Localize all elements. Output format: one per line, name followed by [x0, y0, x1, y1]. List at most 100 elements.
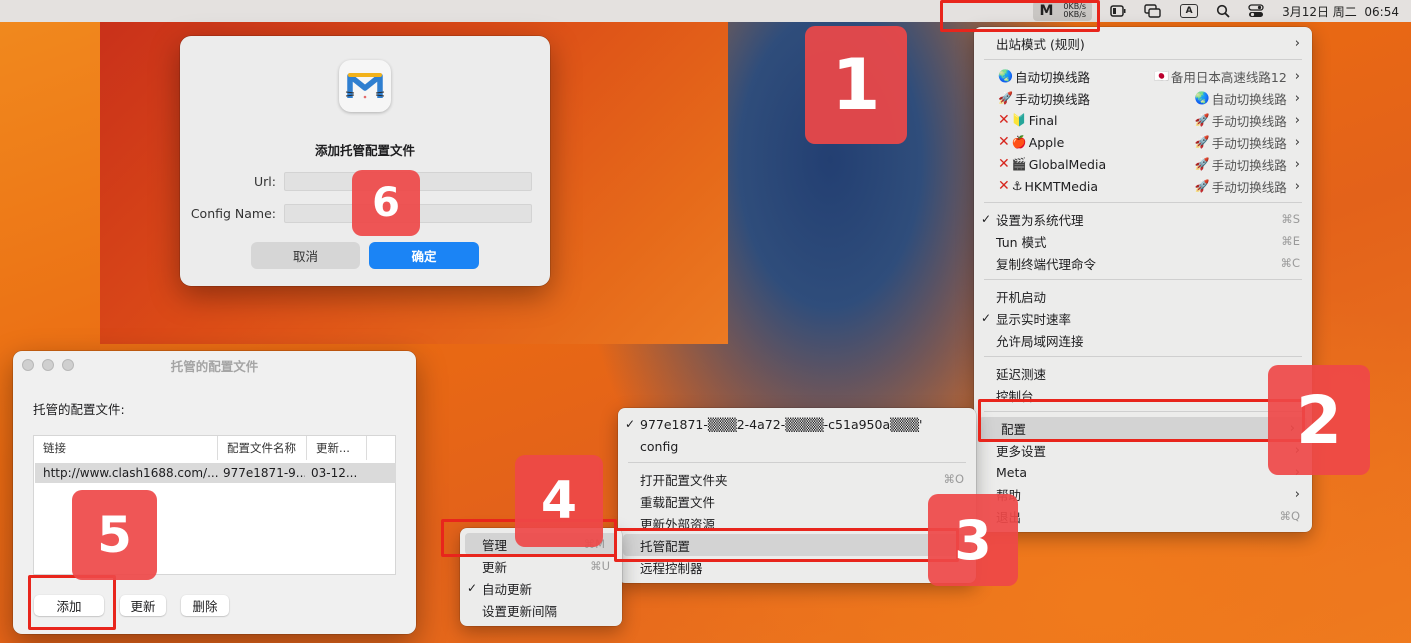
proxy-group-item[interactable]: ✕ 🎬 GlobalMedia 🚀 手动切换线路 › [974, 153, 1312, 175]
tun-mode-item[interactable]: Tun 模式 ⌘E [974, 230, 1312, 252]
proxy-group-label-wrap: 🌏 自动切换线路 [998, 67, 1090, 86]
checkmark-icon: ✓ [981, 212, 992, 226]
proxy-group-item[interactable]: ✕ ⚓ HKMTMedia 🚀 手动切换线路 › [974, 175, 1312, 197]
update-item[interactable]: 更新 ⌘U [460, 555, 622, 577]
annotation-badge-1: 1 [805, 26, 907, 144]
input-source-icon[interactable]: A [1180, 4, 1199, 18]
proxy-group-label-wrap: 🚀 手动切换线路 [998, 89, 1090, 108]
auto-update-item[interactable]: ✓ 自动更新 [460, 577, 622, 599]
meta-item[interactable]: Meta › [974, 461, 1312, 483]
open-config-folder-item[interactable]: 打开配置文件夹 ⌘O [618, 468, 976, 490]
column-header-updated[interactable]: 更新... [307, 436, 367, 460]
proxy-group-selection: 🚀 手动切换线路 › [1195, 111, 1300, 130]
copy-shell-command-item[interactable]: 复制终端代理命令 ⌘C [974, 252, 1312, 274]
reload-config-label: 重载配置文件 [640, 494, 716, 510]
selected-proxy-name: 手动切换线路 [1211, 113, 1287, 129]
confirm-button[interactable]: 确定 [369, 242, 479, 269]
quit-item[interactable]: 退出 ⌘Q [974, 505, 1312, 527]
proxy-group-item[interactable]: 🌏 自动切换线路 🇯🇵 备用日本高速线路12 › [974, 65, 1312, 87]
chevron-right-icon: › [1294, 156, 1300, 172]
proxy-group-item[interactable]: ✕ 🔰 Final 🚀 手动切换线路 › [974, 109, 1312, 131]
reload-config-item[interactable]: 重载配置文件 [618, 490, 976, 512]
more-settings-item[interactable]: 更多设置 › [974, 439, 1312, 461]
set-system-proxy-item[interactable]: ✓ 设置为系统代理 ⌘S [974, 208, 1312, 230]
zoom-window-button[interactable] [62, 359, 74, 371]
outbound-mode-label: 出站模式 (规则) [996, 36, 1085, 52]
selected-proxy-name: 手动切换线路 [1211, 157, 1287, 173]
latency-test-label: 延迟测速 [996, 366, 1047, 382]
cat-m-logo-icon [345, 73, 385, 99]
url-label: Url: [254, 174, 276, 189]
help-item[interactable]: 帮助 › [974, 483, 1312, 505]
config-file-item[interactable]: config [618, 435, 976, 457]
table-row[interactable]: http://www.clash1688.com/... 977e1871-9.… [35, 463, 396, 483]
open-config-folder-label: 打开配置文件夹 [640, 472, 728, 488]
delete-button[interactable]: 删除 [181, 595, 229, 616]
proxy-group-selection: 🚀 手动切换线路 › [1195, 177, 1300, 196]
shortcut: ⌘O [943, 472, 964, 486]
proxy-group-item[interactable]: 🚀 手动切换线路 🌏 自动切换线路 › [974, 87, 1312, 109]
hosted-config-heading: 托管的配置文件: [33, 402, 125, 417]
proxy-group-label-wrap: ✕ 🔰 Final [998, 112, 1058, 128]
separator [984, 59, 1302, 60]
selection-emoji-icon: 🚀 [1194, 135, 1210, 149]
close-window-button[interactable] [22, 359, 34, 371]
column-header-link[interactable]: 链接 [34, 436, 218, 460]
allow-lan-label: 允许局域网连接 [996, 333, 1084, 349]
selection-emoji-icon: 🌏 [1194, 91, 1210, 105]
group-emoji-icon: ⚓ [1011, 179, 1023, 193]
unavailable-x-icon: ✕ [998, 178, 1010, 194]
window-titlebar: 托管的配置文件 [13, 351, 416, 379]
chevron-right-icon: › [1294, 68, 1300, 84]
selected-proxy-name: 自动切换线路 [1211, 91, 1287, 107]
latency-test-item[interactable]: 延迟测速 [974, 362, 1312, 384]
set-update-interval-item[interactable]: 设置更新间隔 [460, 599, 622, 621]
screen-mirror-icon[interactable] [1144, 4, 1162, 18]
selected-proxy-name: 手动切换线路 [1211, 135, 1287, 151]
proxy-group-name: 自动切换线路 [1014, 69, 1090, 85]
checkmark-icon: ✓ [981, 311, 992, 325]
shortcut: ⌘S [1281, 212, 1300, 226]
update-button[interactable]: 更新 [120, 595, 166, 616]
cell-updated: 03-12... [311, 466, 358, 480]
battery-icon[interactable] [1110, 5, 1126, 17]
cell-config-name: 977e1871-9... [223, 466, 305, 480]
selection-emoji-icon: 🚀 [1194, 157, 1210, 171]
group-emoji-icon: 🔰 [1011, 113, 1027, 127]
unavailable-x-icon: ✕ [998, 112, 1010, 128]
separator [628, 462, 966, 463]
cancel-button[interactable]: 取消 [251, 242, 360, 269]
proxy-group-item[interactable]: ✕ 🍎 Apple 🚀 手动切换线路 › [974, 131, 1312, 153]
annotation-badge-2: 2 [1268, 365, 1370, 475]
dialog-title: 添加托管配置文件 [314, 143, 415, 158]
selection-emoji-icon: 🇯🇵 [1153, 69, 1169, 83]
annotation-badge-3: 3 [928, 494, 1018, 586]
current-config-item[interactable]: ✓ 977e1871-▒▒▒2-4a72-▒▒▒▒-c51a950a▒▒▒' [618, 413, 976, 435]
tun-mode-label: Tun 模式 [996, 234, 1047, 250]
set-system-proxy-label: 设置为系统代理 [996, 212, 1084, 228]
allow-lan-item[interactable]: 允许局域网连接 [974, 329, 1312, 351]
control-center-icon[interactable] [1248, 4, 1264, 18]
proxy-group-selection: 🚀 手动切换线路 › [1195, 155, 1300, 174]
separator [984, 202, 1302, 203]
start-at-login-item[interactable]: 开机启动 [974, 285, 1312, 307]
group-emoji-icon: 🚀 [998, 91, 1013, 105]
search-icon[interactable] [1216, 4, 1230, 18]
meta-label: Meta [996, 464, 1028, 480]
menu-bar: M 0KB/s 0KB/s A 3月12日 周二 06:54 [0, 0, 1411, 22]
set-update-interval-label: 设置更新间隔 [482, 603, 558, 619]
annotation-badge-5: 5 [72, 490, 157, 580]
checkmark-icon: ✓ [625, 417, 636, 431]
clock[interactable]: 3月12日 周二 06:54 [1282, 3, 1399, 20]
outbound-mode-item[interactable]: 出站模式 (规则) › [974, 32, 1312, 54]
proxy-group-label-wrap: ✕ ⚓ HKMTMedia [998, 178, 1098, 194]
minimize-window-button[interactable] [42, 359, 54, 371]
update-label: 更新 [482, 559, 508, 575]
show-speed-item[interactable]: ✓ 显示实时速率 [974, 307, 1312, 329]
proxy-group-selection: 🇯🇵 备用日本高速线路12 › [1154, 67, 1300, 86]
proxy-group-label-wrap: ✕ 🎬 GlobalMedia [998, 156, 1106, 172]
column-header-config-name[interactable]: 配置文件名称 [218, 436, 307, 460]
copy-shell-label: 复制终端代理命令 [996, 256, 1097, 272]
chevron-right-icon: › [1294, 90, 1300, 106]
group-emoji-icon: 🌏 [998, 69, 1013, 83]
